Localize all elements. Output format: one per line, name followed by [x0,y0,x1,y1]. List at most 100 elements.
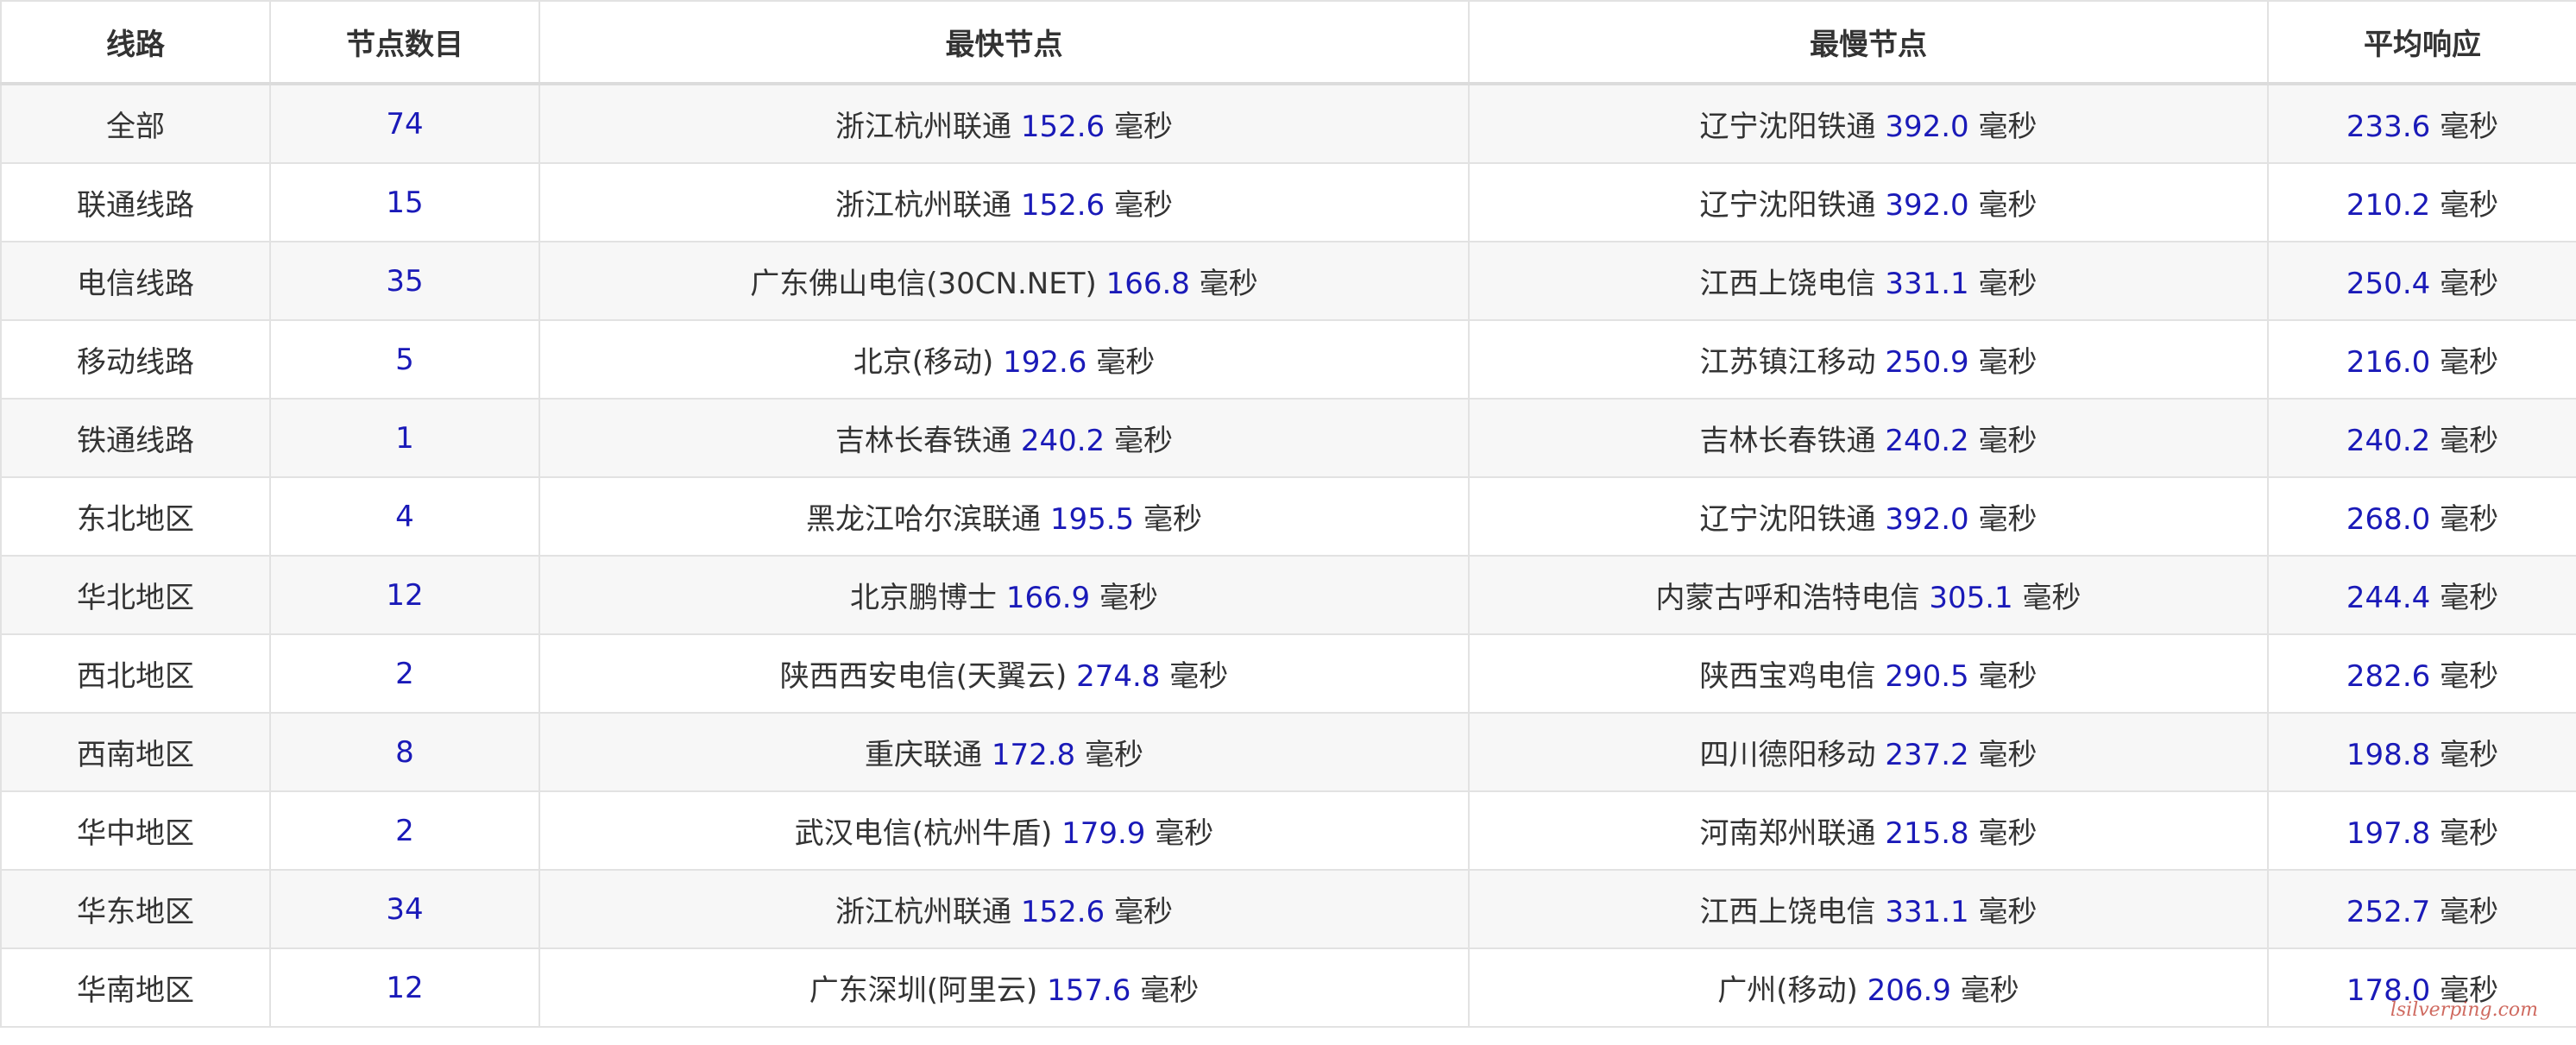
line-cell: 华北地区 [0,555,271,635]
fastest-node-name: 北京鹏博士 [850,581,998,615]
slowest-node-cell: 辽宁沈阳铁通 392.0 毫秒 [1468,83,2269,164]
average-response-ms: 252.7 [2346,895,2431,929]
fastest-node-unit: 毫秒 [1143,502,1202,537]
fastest-node-unit: 毫秒 [1113,110,1173,144]
line-cell: 西北地区 [0,633,271,714]
table-row: 华北地区 12 北京鹏博士 166.9 毫秒 内蒙古呼和浩特电信 305.1 毫秒 24… [0,555,2576,635]
table-row: 西南地区 8 重庆联通 172.8 毫秒 四川德阳移动 237.2 毫秒 198.8 毫… [0,712,2576,792]
average-response-ms: 244.4 [2346,581,2431,615]
average-response-cell: 244.4 毫秒 [2267,555,2576,635]
fastest-node-ms: 152.6 [1020,895,1105,929]
average-response-unit: 毫秒 [2440,895,2499,929]
fastest-node-unit: 毫秒 [1113,188,1173,223]
node-count-cell: 2 [269,633,540,714]
slowest-node-cell: 辽宁沈阳铁通 392.0 毫秒 [1468,162,2269,242]
average-response-unit: 毫秒 [2440,659,2499,694]
fastest-node-unit: 毫秒 [1155,816,1214,851]
slowest-node-ms: 392.0 [1885,110,1969,144]
header-node-count: 节点数目 [269,0,540,85]
slowest-node-ms: 237.2 [1885,738,1969,772]
average-response-cell: 268.0 毫秒 [2267,476,2576,557]
slowest-node-name: 吉林长春铁通 [1699,424,1876,458]
fastest-node-ms: 152.6 [1020,110,1105,144]
slowest-node-cell: 江苏镇江移动 250.9 毫秒 [1468,319,2269,400]
fastest-node-ms: 192.6 [1003,345,1087,380]
slowest-node-cell: 内蒙古呼和浩特电信 305.1 毫秒 [1468,555,2269,635]
fastest-node-cell: 武汉电信(杭州牛盾) 179.9 毫秒 [539,790,1470,871]
fastest-node-cell: 陕西西安电信(天翼云) 274.8 毫秒 [539,633,1470,714]
slowest-node-unit: 毫秒 [1978,188,2037,223]
watermark-text: lsilverping.com [2390,999,2538,1021]
slowest-node-cell: 江西上饶电信 331.1 毫秒 [1468,869,2269,949]
slowest-node-name: 四川德阳移动 [1699,738,1876,772]
slowest-node-cell: 河南郑州联通 215.8 毫秒 [1468,790,2269,871]
header-row: 线路 节点数目 最快节点 最慢节点 平均响应 [0,0,2576,85]
slowest-node-ms: 215.8 [1885,816,1969,851]
fastest-node-name: 北京(移动) [853,345,994,380]
fastest-node-name: 广东深圳(阿里云) [809,973,1038,1008]
node-count-cell: 5 [269,319,540,400]
average-response-unit: 毫秒 [2440,424,2499,458]
fastest-node-name: 浙江杭州联通 [835,188,1012,223]
slowest-node-unit: 毫秒 [1978,895,2037,929]
node-count-cell: 4 [269,476,540,557]
slowest-node-ms: 305.1 [1929,581,2013,615]
slowest-node-name: 辽宁沈阳铁通 [1699,188,1876,223]
slowest-node-cell: 陕西宝鸡电信 290.5 毫秒 [1468,633,2269,714]
header-average-response: 平均响应 [2267,0,2576,85]
average-response-ms: 268.0 [2346,502,2431,537]
slowest-node-name: 江西上饶电信 [1699,267,1876,301]
node-count-cell: 12 [269,947,540,1028]
slowest-node-name: 江西上饶电信 [1699,895,1876,929]
average-response-ms: 250.4 [2346,267,2431,301]
node-count-cell: 34 [269,869,540,949]
fastest-node-ms: 179.9 [1061,816,1146,851]
slowest-node-unit: 毫秒 [1978,502,2037,537]
fastest-node-unit: 毫秒 [1140,973,1200,1008]
average-response-ms: 282.6 [2346,659,2431,694]
average-response-cell: 240.2 毫秒 [2267,398,2576,478]
fastest-node-unit: 毫秒 [1113,895,1173,929]
node-count-cell: 35 [269,241,540,321]
slowest-node-cell: 广州(移动) 206.9 毫秒 [1468,947,2269,1028]
fastest-node-unit: 毫秒 [1096,345,1156,380]
slowest-node-name: 辽宁沈阳铁通 [1699,110,1876,144]
table-row: 华东地区 34 浙江杭州联通 152.6 毫秒 江西上饶电信 331.1 毫秒 252.… [0,869,2576,949]
slowest-node-cell: 辽宁沈阳铁通 392.0 毫秒 [1468,476,2269,557]
fastest-node-ms: 166.8 [1105,267,1190,301]
slowest-node-cell: 江西上饶电信 331.1 毫秒 [1468,241,2269,321]
average-response-unit: 毫秒 [2440,816,2499,851]
slowest-node-unit: 毫秒 [1978,816,2037,851]
slowest-node-name: 内蒙古呼和浩特电信 [1655,581,1920,615]
node-count-cell: 2 [269,790,540,871]
average-response-ms: 198.8 [2346,738,2431,772]
average-response-unit: 毫秒 [2440,738,2499,772]
node-count-cell: 15 [269,162,540,242]
table-row: 电信线路 35 广东佛山电信(30CN.NET) 166.8 毫秒 江西上饶电信 33… [0,241,2576,321]
line-cell: 华东地区 [0,869,271,949]
slowest-node-name: 陕西宝鸡电信 [1699,659,1876,694]
fastest-node-cell: 吉林长春铁通 240.2 毫秒 [539,398,1470,478]
slowest-node-unit: 毫秒 [2022,581,2082,615]
slowest-node-name: 河南郑州联通 [1699,816,1876,851]
slowest-node-ms: 290.5 [1885,659,1969,694]
average-response-unit: 毫秒 [2440,188,2499,223]
header-slowest-node: 最慢节点 [1468,0,2269,85]
fastest-node-ms: 274.8 [1076,659,1161,694]
average-response-cell: 198.8 毫秒 [2267,712,2576,792]
slowest-node-name: 广州(移动) [1717,973,1858,1008]
fastest-node-name: 陕西西安电信(天翼云) [779,659,1068,694]
fastest-node-ms: 195.5 [1049,502,1135,537]
node-count-cell: 1 [269,398,540,478]
slowest-node-ms: 392.0 [1885,188,1969,223]
fastest-node-ms: 166.9 [1005,581,1091,615]
line-cell: 华中地区 [0,790,271,871]
table-row: 联通线路 15 浙江杭州联通 152.6 毫秒 辽宁沈阳铁通 392.0 毫秒 210.… [0,162,2576,242]
slowest-node-unit: 毫秒 [1978,110,2037,144]
fastest-node-cell: 北京鹏博士 166.9 毫秒 [539,555,1470,635]
slowest-node-unit: 毫秒 [1978,267,2037,301]
slowest-node-ms: 250.9 [1885,345,1969,380]
fastest-node-cell: 黑龙江哈尔滨联通 195.5 毫秒 [539,476,1470,557]
table-row: 全部 74 浙江杭州联通 152.6 毫秒 辽宁沈阳铁通 392.0 毫秒 233.6 … [0,83,2576,164]
fastest-node-name: 浙江杭州联通 [835,110,1012,144]
